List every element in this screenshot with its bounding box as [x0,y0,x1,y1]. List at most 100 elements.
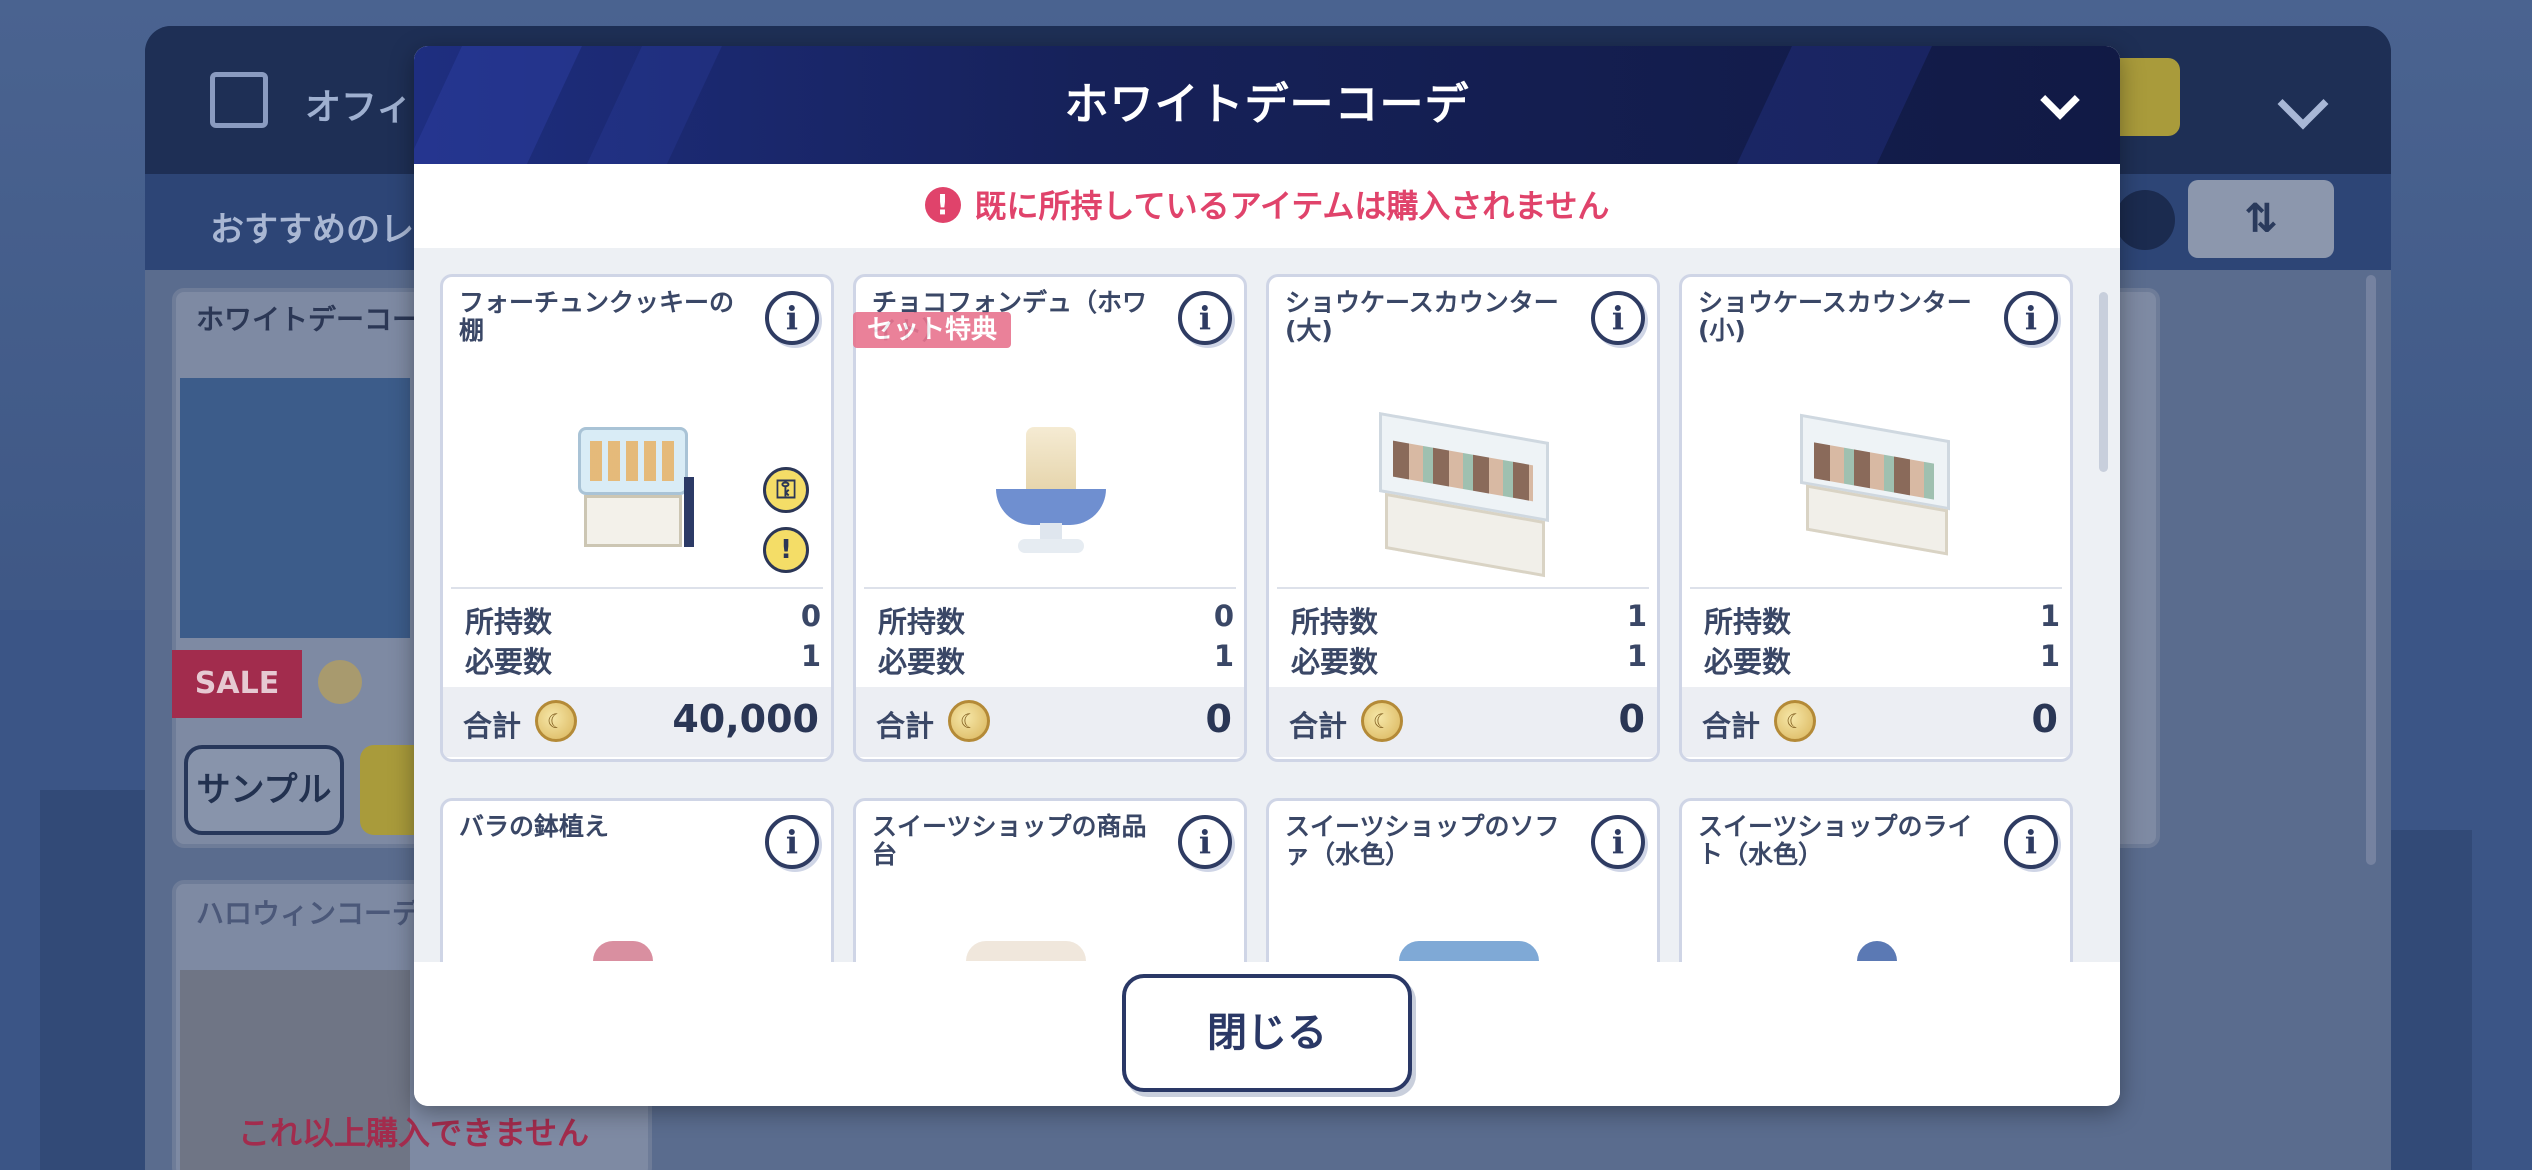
scrollbar[interactable] [2366,275,2376,865]
item-name: スイーツショップのソファ（水色） [1285,812,1560,869]
item-name: スイーツショップの商品台 [872,812,1147,869]
owned-value: 1 [1626,599,1647,633]
divider [1690,587,2062,589]
total-row: 合計 ☾ 0 [1269,687,1657,757]
required-label: 必要数 [1704,645,1792,679]
chevron-down-icon [2040,80,2080,120]
shop-title: オフィ [305,87,413,128]
notice-text: 既に所持しているアイテムは購入されません [974,187,1610,225]
total-label: 合計 [1702,709,1761,743]
required-value: 1 [1626,639,1647,673]
info-button[interactable]: i [1178,291,1232,345]
item-card[interactable]: ショウケースカウンター(大) i 所持数 1 必要数 1 合計 ☾ 0 [1266,274,1660,762]
item-image [1399,941,1539,961]
coin-icon: ☾ [535,700,577,742]
city-building [40,790,160,1170]
required-row: 必要数 1 [878,639,1234,681]
product-image [180,378,410,638]
owned-value: 0 [800,599,821,633]
info-button[interactable]: i [765,815,819,869]
info-button[interactable]: i [1178,815,1232,869]
showcase-counter-large-image [1379,412,1549,578]
chocolate-fountain-image [996,427,1106,557]
modal-scrollbar[interactable] [2099,292,2108,472]
total-value: 0 [1205,697,1232,741]
item-image [593,941,653,961]
coin-icon: ☾ [1774,700,1816,742]
info-button[interactable]: i [765,291,819,345]
owned-row: 所持数 1 [1291,599,1647,641]
info-button[interactable]: i [2004,291,2058,345]
total-value: 0 [1618,697,1645,741]
owned-row: 所持数 0 [878,599,1234,641]
key-icon: ⚿ [763,467,809,513]
item-image [1857,941,1897,961]
required-label: 必要数 [465,645,553,679]
item-name: バラの鉢植え [459,812,610,841]
owned-label: 所持数 [465,605,553,639]
item-card[interactable]: スイーツショップのソファ（水色） i [1266,798,1660,962]
owned-row: 所持数 1 [1704,599,2060,641]
total-label: 合計 [463,709,522,743]
close-button[interactable]: 閉じる [1122,974,1412,1092]
required-value: 1 [1213,639,1234,673]
set-bonus-badge: セット特典 [853,312,1011,348]
owned-label: 所持数 [878,605,966,639]
item-image [966,941,1086,961]
divider [1277,587,1649,589]
required-row: 必要数 1 [465,639,821,681]
total-row: 合計 ☾ 0 [856,687,1244,757]
required-value: 1 [800,639,821,673]
item-image [856,387,1244,587]
item-name: スイーツショップのライト（水色） [1698,812,1973,869]
owned-value: 0 [1213,599,1234,633]
required-row: 必要数 1 [1291,639,1647,681]
modal-title: ホワイトデーコーデ [1064,79,1470,130]
info-button[interactable]: i [1591,291,1645,345]
divider [451,587,823,589]
purchase-limit-warning: これ以上購入できません [238,1114,590,1152]
item-card[interactable]: フォーチュンクッキーの棚 i ⚿ ! 所持数 0 必要数 1 合計 ☾ 40,000 [440,274,834,762]
fortune-cookie-shelf-image [578,427,694,547]
item-card[interactable]: スイーツショップのライト（水色） i [1679,798,2073,962]
item-image [1269,387,1657,587]
item-name: フォーチュンクッキーの棚 [459,288,735,345]
modal-header: ホワイトデーコーデ [414,46,2120,164]
total-label: 合計 [1289,709,1348,743]
sample-button[interactable]: サンプル [184,745,344,835]
total-value: 40,000 [672,697,819,741]
total-row: 合計 ☾ 40,000 [443,687,831,757]
item-name: ショウケースカウンター(大) [1285,288,1559,345]
owned-value: 1 [2039,599,2060,633]
shop-bag-icon [210,72,268,128]
required-label: 必要数 [878,645,966,679]
item-grid[interactable]: フォーチュンクッキーの棚 i ⚿ ! 所持数 0 必要数 1 合計 ☾ 40,000… [414,248,2120,962]
item-image: ⚿ ! [443,387,831,587]
collapse-button[interactable] [2034,80,2092,132]
sale-badge: SALE [172,650,302,718]
sort-button[interactable]: ⇅ [2188,180,2334,258]
owned-label: 所持数 [1704,605,1792,639]
required-value: 1 [2039,639,2060,673]
item-name: ショウケースカウンター(小) [1698,288,1972,345]
total-label: 合計 [876,709,935,743]
owned-label: 所持数 [1291,605,1379,639]
count-badge [2115,190,2175,250]
product-title: ハロウィンコーデ [196,897,421,930]
product-title: ホワイトデーコー [196,303,421,336]
alert-bubble-icon: ! [763,527,809,573]
divider [864,587,1236,589]
item-card[interactable]: スイーツショップの商品台 i [853,798,1247,962]
total-row: 合計 ☾ 0 [1682,687,2070,757]
owned-row: 所持数 0 [465,599,821,641]
required-row: 必要数 1 [1704,639,2060,681]
item-card[interactable]: バラの鉢植え i [440,798,834,962]
recommend-label: おすすめのレ [210,210,414,250]
coin-icon: ☾ [948,700,990,742]
info-button[interactable]: i [2004,815,2058,869]
notice-banner: ! 既に所持しているアイテムは購入されません [414,164,2120,248]
required-label: 必要数 [1291,645,1379,679]
info-button[interactable]: i [1591,815,1645,869]
item-card[interactable]: ショウケースカウンター(小) i 所持数 1 必要数 1 合計 ☾ 0 [1679,274,2073,762]
alert-icon: ! [924,187,961,223]
